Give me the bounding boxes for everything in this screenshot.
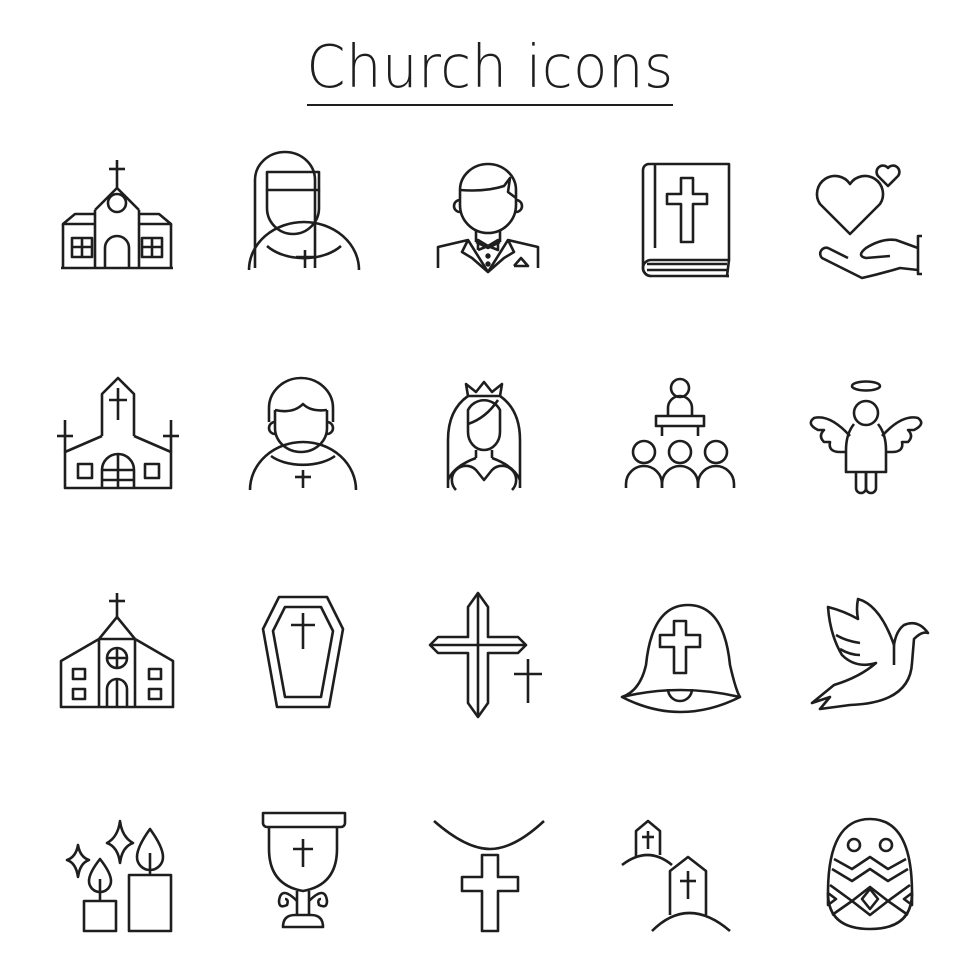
hand-hearts-icon bbox=[800, 150, 940, 290]
chalice-icon bbox=[233, 805, 373, 945]
groom-icon bbox=[418, 150, 558, 290]
dove-icon bbox=[800, 585, 940, 725]
priest-icon bbox=[233, 370, 373, 510]
coffin-icon bbox=[233, 585, 373, 725]
angel-icon bbox=[800, 370, 940, 510]
cross-necklace-icon bbox=[418, 805, 558, 945]
sermon-congregation-icon bbox=[610, 370, 750, 510]
church-bell-icon bbox=[610, 585, 750, 725]
candles-icon bbox=[45, 805, 185, 945]
cathedral-icon bbox=[45, 585, 185, 725]
bible-icon bbox=[623, 150, 763, 290]
nun-icon bbox=[233, 150, 373, 290]
crosses-icon bbox=[418, 585, 558, 725]
icon-grid bbox=[0, 0, 980, 980]
church-building-icon bbox=[45, 150, 185, 290]
graves-icon bbox=[610, 805, 750, 945]
bride-icon bbox=[418, 370, 558, 510]
easter-egg-icon bbox=[800, 805, 940, 945]
chapel-icon bbox=[45, 370, 185, 510]
